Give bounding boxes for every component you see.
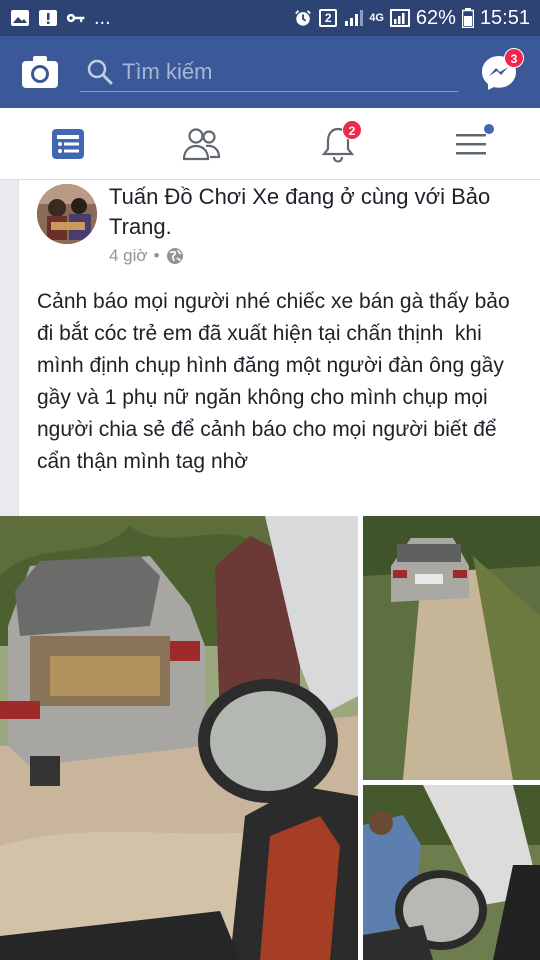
tab-notifications[interactable]: 2: [288, 108, 388, 180]
notifications-badge: 2: [342, 120, 362, 140]
photo-bottom-right[interactable]: [363, 785, 540, 960]
photo-main-image: [0, 516, 358, 960]
sim-badge: 2: [319, 9, 338, 27]
status-bar: ... 2 4G 62% 15:51: [0, 0, 540, 36]
nav-bar: 2: [0, 108, 540, 180]
avatar[interactable]: [37, 184, 97, 244]
tab-news-feed[interactable]: [18, 108, 118, 180]
image-notification-icon: [11, 10, 29, 26]
status-ellipsis: ...: [94, 6, 111, 29]
key-icon: [66, 13, 85, 23]
post-card: Tuấn Đồ Chơi Xe đang ở cùng với Bảo Tran…: [18, 180, 540, 516]
menu-dot: [484, 124, 494, 134]
messenger-button[interactable]: 3: [480, 48, 524, 92]
status-left: ...: [10, 7, 111, 30]
alert-icon: [39, 10, 57, 26]
post-text: Cảnh báo mọi người nhé chiếc xe bán gà t…: [37, 290, 516, 473]
tab-friends[interactable]: [152, 108, 252, 180]
post-author-line[interactable]: Tuấn Đồ Chơi Xe đang ở cùng với Bảo Tran…: [109, 182, 509, 242]
globe-icon: [166, 248, 183, 264]
camera-icon[interactable]: [22, 56, 58, 88]
avatar-image: [37, 184, 97, 244]
signal-icon-2: [389, 9, 410, 27]
photo-top-right[interactable]: [363, 516, 540, 780]
search-icon: [87, 59, 113, 84]
tab-menu[interactable]: [422, 108, 522, 180]
signal-icon: [345, 10, 364, 26]
photo-bottom-right-image: [363, 785, 540, 960]
status-right: 2 4G 62% 15:51: [293, 7, 530, 30]
post-photos: [0, 516, 540, 960]
photo-top-right-image: [363, 516, 540, 780]
battery-percent: 62%: [415, 6, 456, 29]
meta-separator: •: [153, 246, 160, 265]
messenger-badge: 3: [504, 48, 524, 68]
news-feed-icon: [52, 129, 84, 159]
post-time[interactable]: 4 giờ: [109, 246, 148, 266]
clock: 15:51: [479, 6, 530, 29]
alarm-icon: [295, 10, 312, 26]
friends-icon: [182, 128, 221, 161]
top-bar: Tìm kiếm 3: [0, 36, 540, 108]
battery-icon: [461, 8, 474, 28]
search-input[interactable]: Tìm kiếm: [122, 59, 212, 85]
search-bar[interactable]: Tìm kiếm: [80, 52, 458, 92]
photo-main[interactable]: [0, 516, 358, 960]
network-label: 4G: [369, 12, 384, 24]
post-meta: 4 giờ •: [109, 246, 184, 266]
